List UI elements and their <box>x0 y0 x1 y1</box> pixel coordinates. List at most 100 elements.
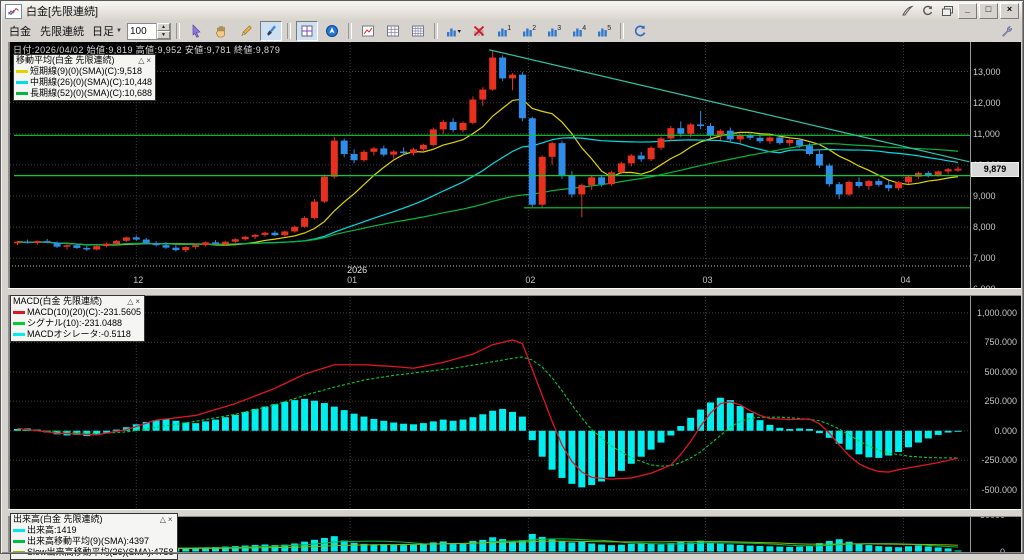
macd-axis-label: -500.000 <box>963 485 1017 495</box>
volume-ma9-label: 出来高移動平均(9)(SMA):4397 <box>27 536 149 547</box>
line-swatch <box>13 529 25 532</box>
oscillator-value-label: MACDオシレータ:-0.5118 <box>27 329 131 340</box>
chart-window-icon <box>5 4 22 19</box>
legend-row: MACD(10)(20)(C):-231.5605 <box>13 307 141 318</box>
y-axis-label: 12,000 <box>973 98 1001 108</box>
line-swatch <box>16 70 28 73</box>
chart-preset-3-button[interactable]: 3 <box>543 21 565 41</box>
bar-count-value[interactable]: 100 <box>128 26 156 37</box>
legend-close-icon[interactable]: × <box>145 55 152 66</box>
panel-divider[interactable] <box>8 288 1021 296</box>
x-axis-label: 01 <box>347 275 357 285</box>
volume-value-label: 出来高:1419 <box>27 525 77 536</box>
spin-up-icon[interactable]: ▲ <box>157 23 170 31</box>
chart-preset-3-icon: 3 <box>547 24 561 38</box>
signal-value-label: シグナル(10):-231.0488 <box>27 318 122 329</box>
chart-preset-1-button[interactable]: 1 <box>493 21 515 41</box>
legend-minimize-icon[interactable]: △ <box>159 514 167 525</box>
macd-axis-label: 1,000.000 <box>963 308 1017 318</box>
chart-preset-1-icon: 1 <box>497 24 511 38</box>
rotate-icon[interactable] <box>918 4 936 18</box>
grid-dense-icon <box>411 24 425 38</box>
legend-close-icon[interactable]: × <box>167 514 174 525</box>
remove-indicator-button[interactable] <box>468 21 490 41</box>
legend-row: シグナル(10):-231.0488 <box>13 318 141 329</box>
line-swatch <box>13 333 25 336</box>
legend-row: 出来高移動平均(9)(SMA):4397 <box>13 536 174 547</box>
legend-close-icon[interactable]: × <box>134 296 141 307</box>
legend-minimize-icon[interactable]: △ <box>126 296 134 307</box>
x-axis-label: 03 <box>703 275 713 285</box>
close-button[interactable]: × <box>1000 3 1019 19</box>
bar-count-stepper[interactable]: 100 ▲ ▼ <box>127 23 171 40</box>
chart-preset-4-button[interactable]: 4 <box>568 21 590 41</box>
settings-button[interactable] <box>996 21 1018 41</box>
chart-preset-5-button[interactable]: 5 <box>593 21 615 41</box>
x-axis-label: 04 <box>901 275 911 285</box>
cursor-tool-button[interactable] <box>185 21 207 41</box>
period-dropdown[interactable]: 日足 ▼ <box>90 23 124 39</box>
macd-value-label: MACD(10)(20)(C):-231.5605 <box>27 307 141 318</box>
cascade-windows-icon[interactable] <box>938 4 956 18</box>
svg-text:5: 5 <box>607 25 611 32</box>
cursor-icon <box>189 24 203 38</box>
toolbar-separator <box>348 23 352 39</box>
contract-label[interactable]: 先限連続 <box>37 23 87 39</box>
grid-icon <box>386 24 400 38</box>
y-axis-label: 7,000 <box>973 253 996 263</box>
ma-mid-label: 中期線(26)(0)(SMA)(C):10,448 <box>30 77 152 88</box>
legend-minimize-icon[interactable]: △ <box>137 55 145 66</box>
y-axis-label: 11,000 <box>973 129 1000 139</box>
pencil-icon <box>239 24 253 38</box>
grid-layout-button[interactable] <box>382 21 404 41</box>
line-swatch <box>13 311 25 314</box>
toolbar-separator <box>434 23 438 39</box>
line-swatch <box>13 322 25 325</box>
maximize-button[interactable]: □ <box>979 3 998 19</box>
svg-text:4: 4 <box>582 25 586 32</box>
refresh-button[interactable] <box>629 21 651 41</box>
crosshair-icon <box>300 24 314 38</box>
legend-row: 出来高:1419 <box>13 525 174 536</box>
legend-row: MACDオシレータ:-0.5118 <box>13 329 141 340</box>
chart-preset-2-button[interactable]: 2 <box>518 21 540 41</box>
compass-tool-button[interactable] <box>321 21 343 41</box>
pencil-tool-button[interactable] <box>235 21 257 41</box>
legend-row: Slow出来高移動平均(26)(SMA):4758 <box>13 547 174 558</box>
toolbar-separator <box>287 23 291 39</box>
legend-row: 短期線(9)(0)(SMA)(C):9,518 <box>16 66 152 77</box>
window-title: 白金[先限連続] <box>26 3 98 19</box>
macd-legend-title: MACD(白金 先限連続) <box>13 296 126 307</box>
pan-tool-button[interactable] <box>210 21 232 41</box>
current-price-tag: 9,879 <box>971 162 1019 177</box>
macd-axis-label: 0.000 <box>963 426 1017 436</box>
histogram-dropdown-icon <box>446 24 462 38</box>
y-axis-label: 13,000 <box>973 67 1001 77</box>
chart-preset-4-icon: 4 <box>572 24 586 38</box>
pen-annotate-icon[interactable] <box>898 4 916 18</box>
chart-preset-5-icon: 5 <box>597 24 611 38</box>
volume-axis-label: 0 <box>955 547 1005 557</box>
indicator-dropdown-button[interactable] <box>443 21 465 41</box>
refresh-icon <box>633 24 647 38</box>
compass-icon <box>325 24 339 38</box>
symbol-label[interactable]: 白金 <box>6 23 34 39</box>
svg-text:1: 1 <box>507 25 511 32</box>
line-swatch <box>16 81 28 84</box>
ma-long-label: 長期線(52)(0)(SMA)(C):10,688 <box>30 88 152 99</box>
spin-down-icon[interactable]: ▼ <box>157 31 170 39</box>
crosshair-tool-button[interactable] <box>296 21 318 41</box>
minimize-button[interactable]: _ <box>958 3 977 19</box>
chart-preset-2-icon: 2 <box>522 24 536 38</box>
toolbar-separator <box>176 23 180 39</box>
brush-tool-button[interactable] <box>260 21 282 41</box>
y-axis-label: 9,000 <box>973 191 996 201</box>
grid-dense-layout-button[interactable] <box>407 21 429 41</box>
ma-legend-title: 移動平均(白金 先限連続) <box>16 55 137 66</box>
macd-axis-label: 500.000 <box>963 367 1017 377</box>
svg-text:3: 3 <box>557 25 561 32</box>
new-chart-button[interactable] <box>357 21 379 41</box>
x-axis-label: 12 <box>133 275 143 285</box>
y-axis-label: 8,000 <box>973 222 996 232</box>
title-bar[interactable]: 白金[先限連続] _ □ × <box>2 2 1022 21</box>
